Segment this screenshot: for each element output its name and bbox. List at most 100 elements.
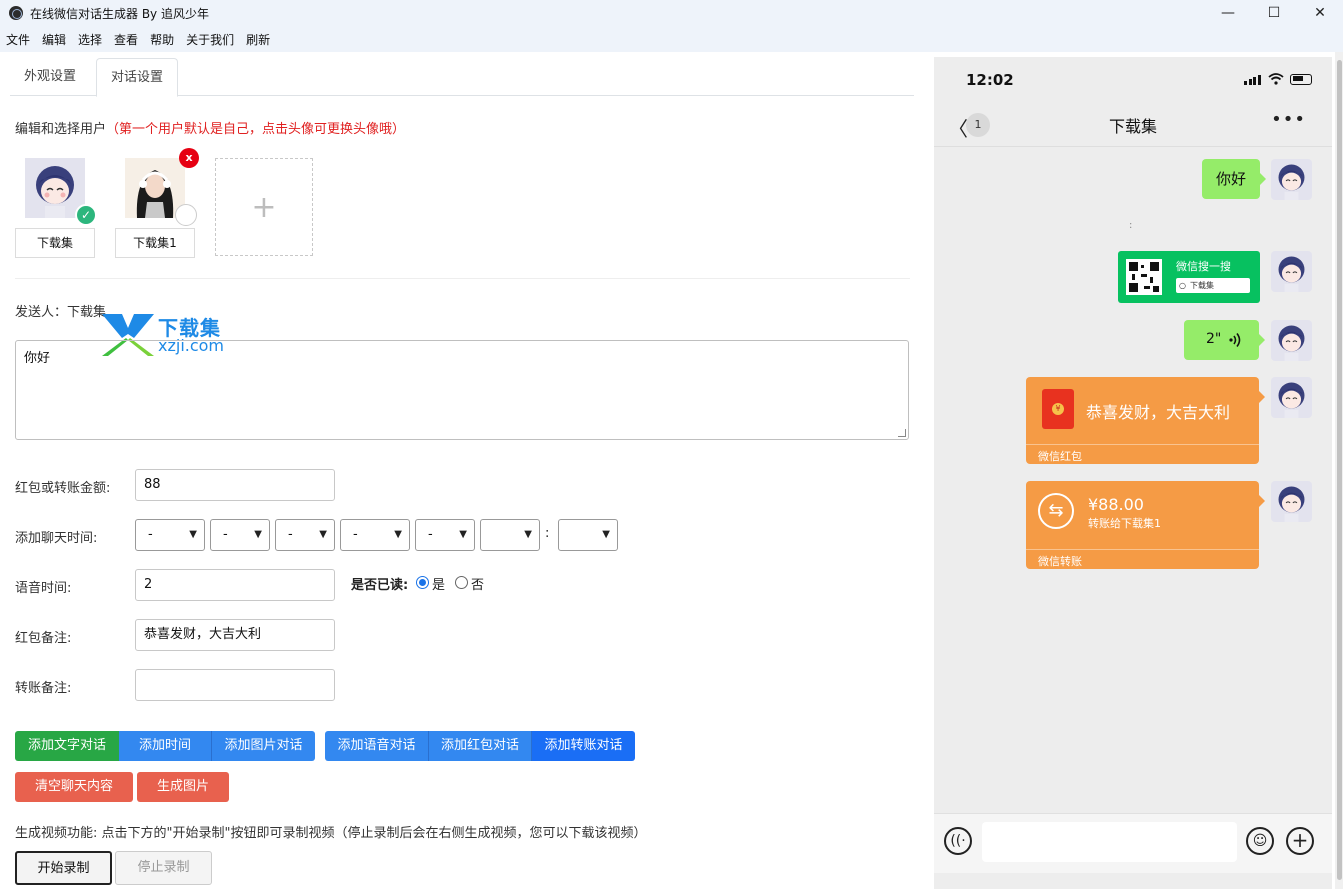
users-heading-text: 编辑和选择用户	[15, 122, 107, 137]
window-controls: — ☐ ✕	[1205, 0, 1343, 26]
menu-refresh[interactable]: 刷新	[246, 31, 270, 48]
status-time: 12:02	[966, 71, 1014, 89]
text-bubble: 你好	[1202, 159, 1267, 199]
chevron-down-icon: ▼	[394, 529, 402, 540]
avatar[interactable]: x	[125, 148, 199, 226]
tab-dialog[interactable]: 对话设置	[96, 58, 179, 97]
message-textarea[interactable]: 你好	[15, 340, 909, 440]
chevron-down-icon: ▼	[459, 529, 467, 540]
time-label: 添加聊天时间:	[15, 531, 98, 546]
avatar	[1271, 251, 1312, 292]
clear-chat-button[interactable]: 清空聊天内容	[15, 772, 133, 802]
time-select-period[interactable]: - ▼	[415, 519, 475, 551]
voice-duration-input[interactable]: 2	[135, 569, 335, 601]
status-icons	[1244, 73, 1312, 85]
chevron-down-icon: ▼	[602, 529, 610, 540]
user-card[interactable]: ✓ 下载集	[15, 158, 97, 258]
sender-label: 发送人：下载集	[15, 301, 106, 320]
add-voice-button[interactable]: 添加语音对话	[325, 731, 429, 761]
maximize-icon[interactable]: ☐	[1251, 0, 1297, 26]
delete-user-icon[interactable]: x	[179, 148, 199, 168]
chevron-down-icon: ▼	[524, 529, 532, 540]
avatar	[1271, 481, 1312, 522]
user-card[interactable]: x 下载集1	[115, 148, 199, 258]
read-yes-label[interactable]: 是	[432, 574, 445, 593]
generate-image-button[interactable]: 生成图片	[137, 772, 229, 802]
avatar[interactable]: ✓	[25, 158, 97, 226]
user-name[interactable]: 下载集1	[115, 228, 195, 258]
menu-help[interactable]: 帮助	[150, 31, 174, 48]
minimize-icon[interactable]: —	[1205, 0, 1251, 26]
plus-icon[interactable]: +	[1286, 827, 1314, 855]
window-title: 在线微信对话生成器 By 追风少年	[30, 6, 209, 21]
phone-preview: 12:02 〈 1 下载集 ••• 你好 : 微信搜一搜 ○ 下载集 2" ¥ …	[934, 57, 1332, 889]
resize-grip-icon[interactable]	[898, 429, 906, 437]
time-select-value: -	[428, 527, 433, 542]
chat-input[interactable]	[982, 822, 1237, 862]
time-select-value: -	[353, 527, 358, 542]
read-yes-radio[interactable]	[416, 576, 429, 589]
add-transfer-button[interactable]: 添加转账对话	[532, 731, 635, 761]
app-icon	[9, 6, 23, 20]
redpacket-note-input[interactable]: 恭喜发财，大吉大利	[135, 619, 335, 651]
add-text-button[interactable]: 添加文字对话	[15, 731, 119, 761]
time-marker: :	[1129, 220, 1133, 231]
tab-bar: 外观设置 对话设置	[10, 58, 914, 97]
time-select-value: -	[288, 527, 293, 542]
settings-panel: 外观设置 对话设置 编辑和选择用户（第一个用户默认是自己，点击头像可更换头像哦）…	[0, 52, 930, 889]
redpacket-footer-text: 微信红包	[1038, 450, 1082, 463]
menu-edit[interactable]: 编辑	[42, 31, 66, 48]
divider	[15, 278, 910, 279]
redpacket-message: 恭喜发财，大吉大利 微信红包	[1026, 377, 1265, 464]
menu-select[interactable]: 选择	[78, 31, 102, 48]
time-select-month[interactable]: - ▼	[210, 519, 270, 551]
card-search-box: ○ 下载集	[1176, 278, 1250, 293]
add-redpacket-button[interactable]: 添加红包对话	[429, 731, 532, 761]
amount-input[interactable]: 88	[135, 469, 335, 501]
time-select-day[interactable]: - ▼	[275, 519, 335, 551]
search-icon: ○	[1179, 281, 1186, 290]
add-user-button[interactable]: +	[215, 158, 313, 256]
menu-file[interactable]: 文件	[6, 31, 30, 48]
add-image-button[interactable]: 添加图片对话	[212, 731, 315, 761]
users-heading: 编辑和选择用户（第一个用户默认是自己，点击头像可更换头像哦）	[15, 118, 405, 137]
user-name[interactable]: 下载集	[15, 228, 95, 258]
transfer-arrows-icon: ⇆	[1038, 493, 1074, 529]
chevron-down-icon: ▼	[189, 529, 197, 540]
close-icon[interactable]: ✕	[1297, 0, 1343, 26]
voice-message: 2"	[1184, 320, 1265, 360]
start-recording-button[interactable]: 开始录制	[15, 851, 112, 885]
avatar	[1271, 377, 1312, 418]
time-select-hour[interactable]: ▼	[480, 519, 540, 551]
time-select-year[interactable]: - ▼	[135, 519, 205, 551]
unselected-circle-icon[interactable]	[175, 204, 197, 226]
add-time-button[interactable]: 添加时间	[119, 731, 212, 761]
voice-input-icon[interactable]: ((·	[944, 827, 972, 855]
transfer-note-label: 转账备注:	[15, 681, 72, 696]
voice-wave-icon	[1229, 333, 1241, 347]
scrollbar-thumb[interactable]	[1337, 60, 1342, 880]
transfer-amount: ¥88.00	[1088, 495, 1144, 514]
transfer-note-input[interactable]	[135, 669, 335, 701]
selected-check-icon: ✓	[75, 204, 97, 226]
time-select-weekday[interactable]: - ▼	[340, 519, 410, 551]
redpacket-note-label: 红包备注:	[15, 631, 72, 646]
menu-about[interactable]: 关于我们	[186, 31, 234, 48]
read-no-label[interactable]: 否	[471, 574, 484, 593]
emoji-icon[interactable]: ☺	[1246, 827, 1274, 855]
transfer-message: ⇆ ¥88.00 转账给下载集1 微信转账	[1026, 481, 1265, 569]
menu-view[interactable]: 查看	[114, 31, 138, 48]
more-icon[interactable]: •••	[1271, 109, 1306, 130]
stop-recording-button[interactable]: 停止录制	[115, 851, 212, 885]
transfer-footer: 微信转账	[1026, 549, 1259, 569]
read-status-label: 是否已读:	[351, 578, 409, 593]
avatar	[1271, 159, 1312, 200]
tab-appearance[interactable]: 外观设置	[10, 58, 90, 96]
time-select-minute[interactable]: ▼	[558, 519, 618, 551]
scrollbar[interactable]	[1335, 52, 1343, 889]
read-no-radio[interactable]	[455, 576, 468, 589]
time-select-value: -	[223, 527, 228, 542]
title-bar: 在线微信对话生成器 By 追风少年 — ☐ ✕	[0, 0, 1343, 26]
redpacket-footer: 微信红包	[1026, 444, 1259, 464]
transfer-recipient: 转账给下载集1	[1088, 517, 1161, 530]
